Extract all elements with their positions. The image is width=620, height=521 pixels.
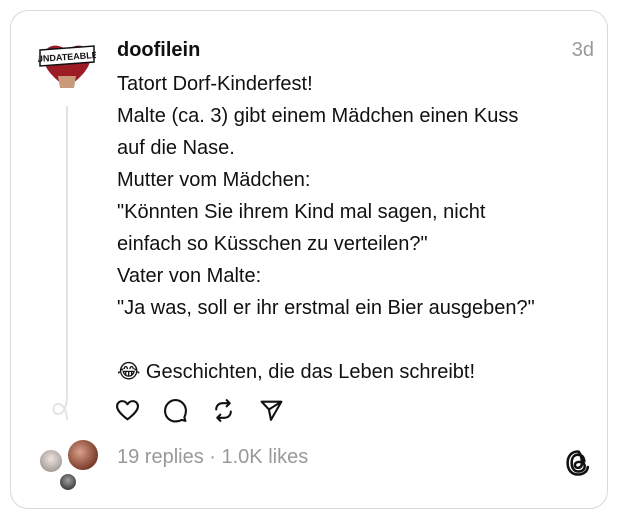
repost-icon[interactable] [211,398,236,423]
post-line: Tatort Dorf-Kinderfest! [117,73,313,95]
post-line: Malte (ca. 3) gibt einem Mädchen einen K… [117,105,519,127]
send-icon[interactable] [259,398,284,423]
profile-avatar[interactable]: UNDATEABLE [36,36,98,94]
thread-curl [52,393,68,421]
post-time: 3d [571,39,594,61]
username[interactable]: doofilein [117,39,200,62]
heart-icon[interactable] [115,398,140,423]
post-line: 😂 Geschichten, die das Leben schreibt! [117,361,476,383]
post-line: "Könnten Sie ihrem Kind mal sagen, nicht [117,201,486,223]
replier-avatar [58,472,78,492]
reply-avatars[interactable] [38,438,100,496]
thread-line [66,106,68,396]
post-line: auf die Nase. [117,137,235,159]
post-line: Vater von Malte: [117,265,262,287]
post-text: Tatort Dorf-Kinderfest! Malte (ca. 3) gi… [117,68,587,388]
post-line: "Ja was, soll er ihr erstmal ein Bier au… [117,297,535,319]
post-blank-line [117,324,587,356]
post-line: Mutter vom Mädchen: [117,169,311,191]
comment-icon[interactable] [163,398,188,423]
post-line: einfach so Küsschen zu verteilen?" [117,233,428,255]
threads-logo-icon[interactable] [564,448,592,478]
replier-avatar [66,438,100,472]
action-bar [115,398,284,423]
post-stats[interactable]: 19 replies · 1.0K likes [117,446,308,469]
replier-avatar [38,448,64,474]
